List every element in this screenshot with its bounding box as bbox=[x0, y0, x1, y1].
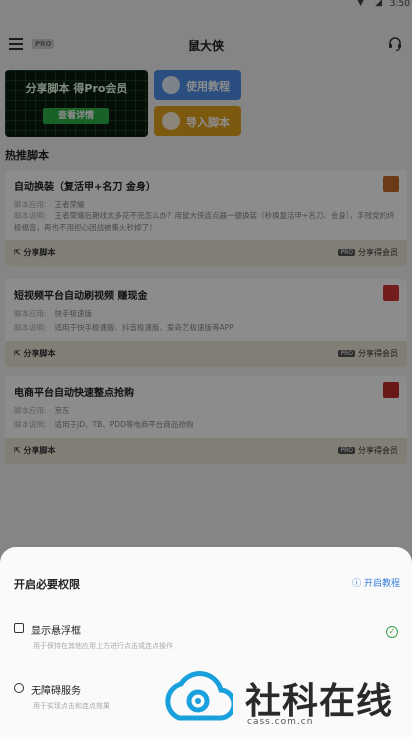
help-icon: ⓘ bbox=[352, 579, 364, 589]
sheet-title: 开启必要权限 bbox=[14, 578, 80, 591]
watermark: 社科在线 cass.com.cn bbox=[165, 668, 410, 735]
permission-name: 显示悬浮框 bbox=[31, 626, 81, 637]
sheet-help-link[interactable]: ⓘ 开启教程 bbox=[352, 576, 400, 589]
permission-row-overlay[interactable]: 显示悬浮框 用于保持在其他应用上方进行点击或连点操作 ✓ bbox=[14, 622, 398, 654]
cloud-logo-icon bbox=[165, 671, 233, 721]
help-label: 开启教程 bbox=[363, 579, 400, 589]
permission-desc: 用于实现点击和连点效果 bbox=[33, 702, 110, 710]
window-icon bbox=[14, 623, 24, 633]
check-icon: ✓ bbox=[386, 626, 398, 638]
accessibility-icon bbox=[14, 683, 24, 693]
permission-desc: 用于保持在其他应用上方进行点击或连点操作 bbox=[33, 642, 173, 650]
permission-name: 无障碍服务 bbox=[31, 686, 81, 697]
watermark-url: cass.com.cn bbox=[247, 717, 314, 727]
